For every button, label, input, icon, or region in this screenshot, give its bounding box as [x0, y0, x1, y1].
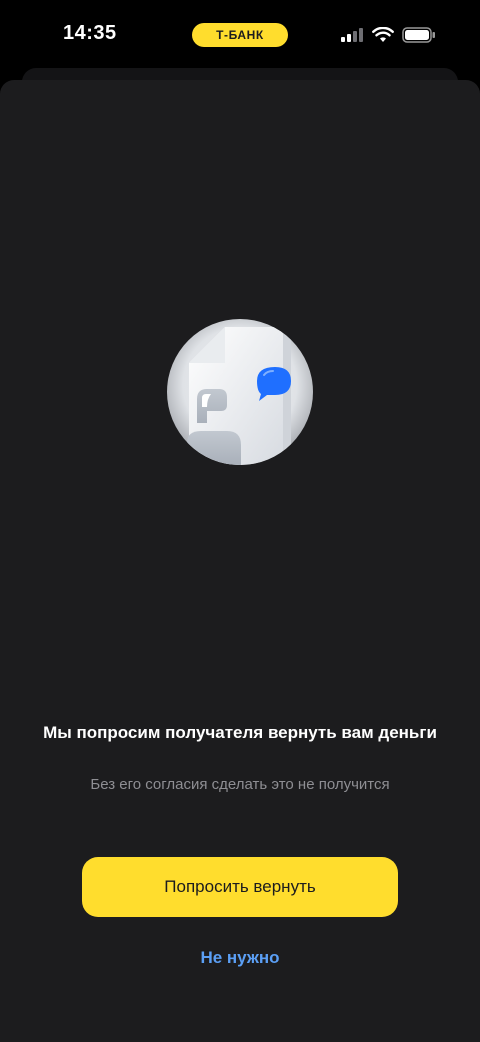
battery-icon [402, 27, 435, 43]
wifi-icon [372, 27, 394, 42]
status-time: 14:35 [63, 22, 117, 44]
bank-badge[interactable]: Т‑БАНК [192, 23, 288, 47]
request-refund-button[interactable]: Попросить вернуть [82, 857, 398, 917]
cellular-signal-icon [341, 28, 363, 42]
page-subtitle: Без его согласия сделать это не получитс… [90, 776, 390, 793]
status-bar: 14:35 Т‑БАНК [0, 0, 480, 72]
status-icons [340, 26, 436, 44]
refund-request-illustration [167, 319, 313, 465]
page-title: Мы попросим получателя вернуть вам деньг… [43, 723, 437, 742]
not-needed-button[interactable]: Не нужно [140, 945, 340, 971]
